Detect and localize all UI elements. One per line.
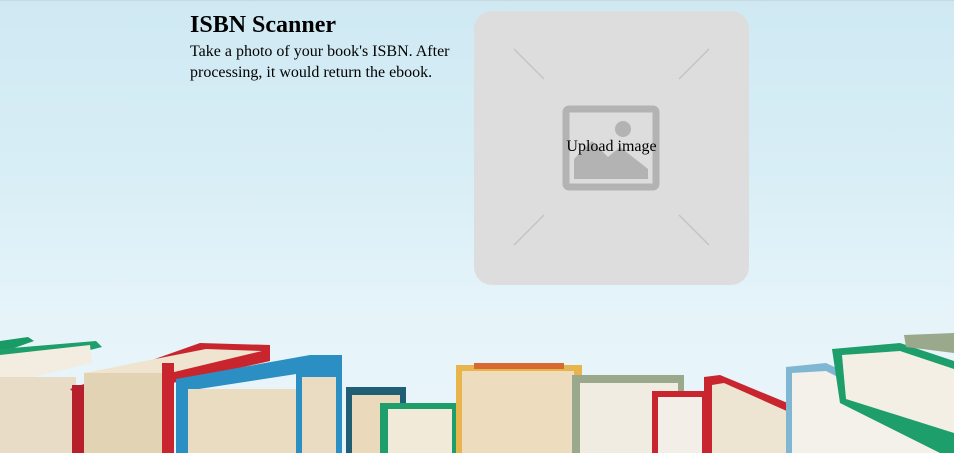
- books-illustration: [0, 333, 954, 453]
- page-description: Take a photo of your book's ISBN. After …: [190, 43, 450, 81]
- upload-image-button[interactable]: Upload image: [474, 11, 749, 285]
- intro-section: ISBN Scanner Take a photo of your book's…: [190, 11, 460, 83]
- page-title: ISBN Scanner: [190, 12, 337, 38]
- page-background: ISBN Scanner Take a photo of your book's…: [0, 0, 954, 453]
- upload-image-label: Upload image: [566, 138, 657, 155]
